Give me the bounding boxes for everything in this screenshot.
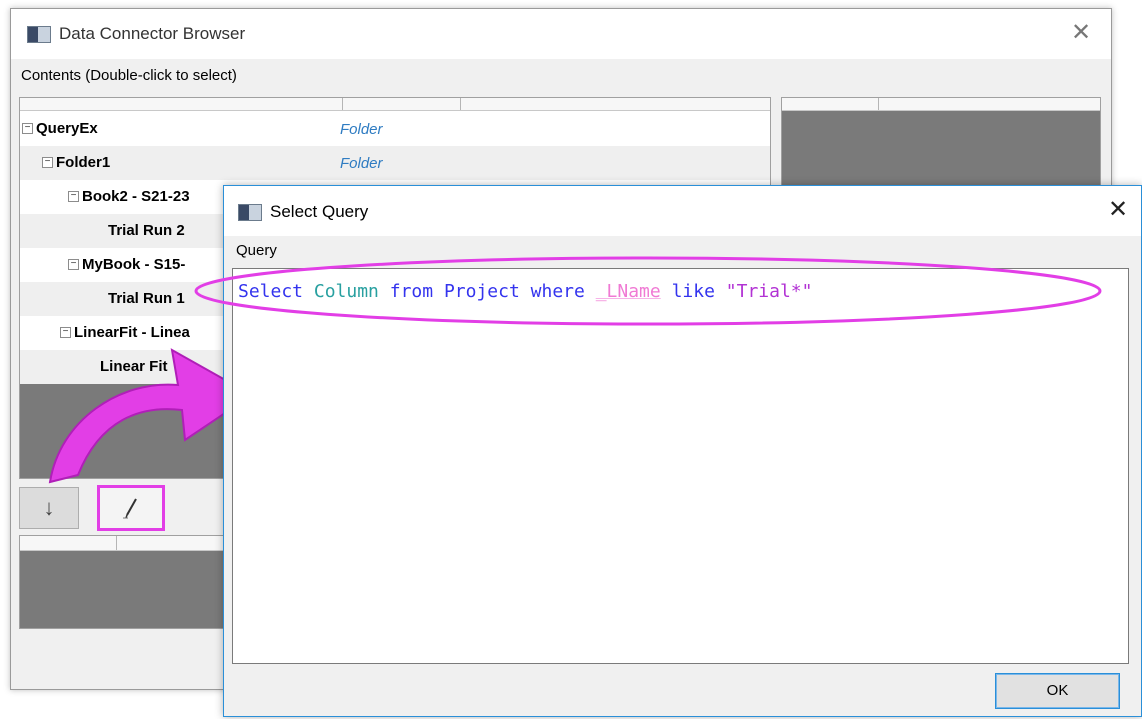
query-keyword: Select [238, 281, 304, 302]
main-window-title: Data Connector Browser [59, 24, 246, 43]
tree-item-label: Trial Run 2 [108, 222, 185, 239]
tree-item-label: Trial Run 1 [108, 290, 185, 307]
import-button[interactable]: ↓ [19, 487, 79, 529]
tree-item-label: MyBook - S15- [82, 256, 186, 273]
preview-column-header [782, 98, 1100, 111]
dialog-title: Select Query [270, 202, 369, 221]
tree-row[interactable]: − QueryEx Folder [20, 112, 770, 146]
tree-item-label: LinearFit - Linea [74, 324, 190, 341]
dialog-app-icon [238, 204, 262, 221]
query-keyword: Column [313, 281, 379, 302]
query-field: _LName [595, 281, 661, 302]
preview-panel[interactable] [781, 97, 1101, 199]
ok-button[interactable]: OK [995, 673, 1120, 709]
main-close-icon[interactable]: ✕ [1071, 21, 1091, 45]
contents-label: Contents (Double-click to select) [21, 67, 237, 84]
tree-item-label: Folder1 [56, 154, 111, 171]
tree-column-header [20, 98, 770, 111]
arrow-down-icon: ↓ [43, 495, 55, 520]
collapse-icon[interactable]: − [68, 259, 79, 270]
tree-row[interactable]: − Folder1 Folder [20, 146, 770, 180]
dialog-close-icon[interactable]: ✕ [1108, 198, 1128, 222]
collapse-icon[interactable]: − [60, 327, 71, 338]
query-keyword: where [530, 281, 585, 302]
app-icon [27, 26, 51, 43]
dialog-titlebar: Select Query ✕ [224, 186, 1141, 236]
select-query-dialog: Select Query ✕ Query Select Column from … [223, 185, 1142, 717]
tree-item-type: Folder [340, 155, 383, 172]
main-titlebar: Data Connector Browser ✕ [11, 9, 1111, 59]
query-label: Query [236, 242, 277, 259]
edit-query-button[interactable] [97, 485, 165, 531]
collapse-icon[interactable]: − [22, 123, 33, 134]
query-keyword: from [389, 281, 434, 302]
query-string: "Trial*" [725, 281, 813, 302]
query-keyword: Project [443, 281, 520, 302]
tree-item-label: Book2 - S21-23 [82, 188, 190, 205]
collapse-icon[interactable]: − [42, 157, 53, 168]
tree-item-label: QueryEx [36, 120, 98, 137]
query-text[interactable]: Select Column from Project where _LName … [238, 281, 812, 302]
query-keyword: like [671, 281, 715, 302]
collapse-icon[interactable]: − [68, 191, 79, 202]
tree-item-label: Linear Fit [100, 358, 168, 375]
pencil-icon [123, 498, 137, 519]
tree-item-type: Folder [340, 121, 383, 138]
query-editor[interactable]: Select Column from Project where _LName … [232, 268, 1129, 664]
